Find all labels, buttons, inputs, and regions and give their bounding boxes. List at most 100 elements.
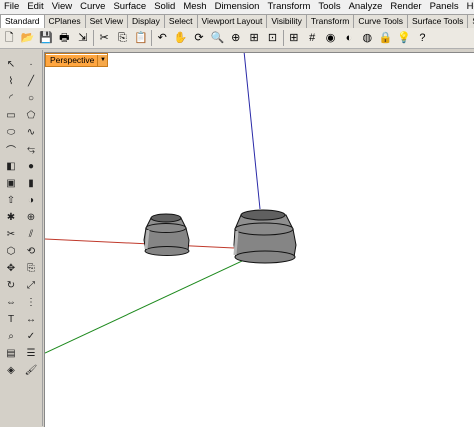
paste-icon[interactable]: 📋 — [133, 30, 149, 46]
box-icon[interactable]: ▣ — [1, 175, 21, 192]
toolbar-separator — [282, 30, 284, 46]
menu-transform[interactable]: Transform — [263, 0, 314, 14]
tab-standard[interactable]: Standard — [0, 14, 45, 28]
offset-icon[interactable]: ⥃ — [21, 141, 41, 158]
tab-cplanes[interactable]: CPlanes — [43, 14, 86, 28]
rotate-view-icon[interactable]: ⟳ — [191, 30, 207, 46]
menu-tools[interactable]: Tools — [314, 0, 344, 14]
save-icon[interactable]: 💾 — [38, 30, 54, 46]
polyline-icon[interactable]: ⌇ — [1, 73, 21, 90]
help-icon[interactable]: ? — [414, 30, 430, 46]
scale-icon[interactable]: ⤢ — [21, 277, 41, 294]
boolean-icon[interactable]: ◑ — [21, 192, 41, 209]
toolbar-tab-bar: Standard CPlanes Set View Display Select View… — [0, 14, 474, 29]
menu-mesh[interactable]: Mesh — [179, 0, 210, 14]
array-icon[interactable]: ⋮ — [21, 294, 41, 311]
open-folder-icon[interactable]: 📂 — [20, 30, 36, 46]
z-axis-line — [243, 53, 261, 210]
line-icon[interactable]: ╱ — [21, 73, 41, 90]
cylinder-icon[interactable]: ▮ — [21, 175, 41, 192]
render-icon[interactable]: ◉ — [323, 30, 339, 46]
shade-icon[interactable]: ◐ — [341, 30, 357, 46]
menu-render[interactable]: Render — [386, 0, 425, 14]
tab-solid[interactable]: Solid — [467, 14, 474, 28]
tab-curve-tools[interactable]: Curve Tools — [353, 14, 409, 28]
tab-set-view[interactable]: Set View — [84, 14, 129, 28]
large-cylinder-object[interactable] — [233, 209, 297, 264]
bulb-icon[interactable]: 💡 — [396, 30, 412, 46]
left-tool-palette: ↖ · ⌇ ╱ ◜ ○ ▭ ⬠ ⬭ ∿ ⌒ ⥃ ◧ ● ▣ ▮ ⇧ ◑ ✱ ⊕ ✂ ⫽ ⬡ ⟲ ✥ ⎘ ↻ ⤢ ⇔ ⋮ T ↔ ⌕ ✓ ▤ ☰ ◈ 🖌 — [0, 50, 43, 426]
rotate-icon[interactable]: ↻ — [1, 277, 21, 294]
mesh-icon[interactable]: ⬡ — [1, 243, 21, 260]
trim-icon[interactable]: ✂ — [1, 226, 21, 243]
small-cylinder-object[interactable] — [143, 213, 190, 256]
zoom-extents-icon[interactable]: ⊞ — [246, 30, 262, 46]
tab-surface-tools[interactable]: Surface Tools — [407, 14, 469, 28]
y-axis-line — [45, 254, 256, 354]
viewport-title[interactable]: Perspective — [46, 54, 98, 66]
extrude-icon[interactable]: ⇧ — [1, 192, 21, 209]
viewport-scene[interactable] — [45, 53, 474, 427]
explode-icon[interactable]: ✱ — [1, 209, 21, 226]
arc-icon[interactable]: ◜ — [1, 90, 21, 107]
rebuild-icon[interactable]: ⟲ — [21, 243, 41, 260]
viewport-tab[interactable]: Perspective ▼ — [45, 53, 109, 67]
menu-dimension[interactable]: Dimension — [211, 0, 264, 14]
polygon-icon[interactable]: ⬠ — [21, 107, 41, 124]
menu-view[interactable]: View — [48, 0, 76, 14]
check-icon[interactable]: ✓ — [21, 328, 41, 345]
menu-analyze[interactable]: Analyze — [345, 0, 387, 14]
move-icon[interactable]: ✥ — [1, 260, 21, 277]
sphere-icon[interactable]: ● — [21, 158, 41, 175]
menu-solid[interactable]: Solid — [150, 0, 179, 14]
tab-viewport-layout[interactable]: Viewport Layout — [196, 14, 268, 28]
viewport-menu-arrow-icon[interactable]: ▼ — [97, 54, 108, 66]
copy-object-icon[interactable]: ⎘ — [21, 260, 41, 277]
fillet-curve-icon[interactable]: ⌒ — [1, 141, 21, 158]
tab-visibility[interactable]: Visibility — [266, 14, 307, 28]
render-tool-icon[interactable]: ◈ — [1, 362, 21, 379]
analyze-icon[interactable]: ⌕ — [1, 328, 21, 345]
ellipse-icon[interactable]: ⬭ — [1, 124, 21, 141]
new-file-icon[interactable]: 🗋 — [1, 30, 17, 46]
material-icon[interactable]: ◍ — [359, 30, 375, 46]
circle-icon[interactable]: ○ — [21, 90, 41, 107]
dimension-icon[interactable]: ↔ — [21, 311, 41, 328]
perspective-viewport[interactable]: Perspective ▼ — [44, 52, 474, 427]
zoom-window-icon[interactable]: ⊕ — [228, 30, 244, 46]
standard-toolbar: 🗋 📂 💾 🖶 ⇲ ✂ ⎘ 📋 ↶ ✋ ⟳ 🔍 ⊕ ⊞ ⊡ ⊞ # ◉ ◐ ◍ 🔒 💡? — [0, 28, 474, 49]
cut-icon[interactable]: ✂ — [96, 30, 112, 46]
split-icon[interactable]: ⫽ — [21, 226, 41, 243]
menu-help[interactable]: Help — [463, 0, 474, 14]
tab-transform[interactable]: Transform — [305, 14, 355, 28]
menu-file[interactable]: File — [0, 0, 23, 14]
properties-icon[interactable]: ☰ — [21, 345, 41, 362]
zoom-icon[interactable]: 🔍 — [209, 30, 225, 46]
menu-surface[interactable]: Surface — [109, 0, 150, 14]
layer-icon[interactable]: ▤ — [1, 345, 21, 362]
copy-icon[interactable]: ⎘ — [114, 30, 130, 46]
mirror-icon[interactable]: ⇔ — [1, 294, 21, 311]
tab-select[interactable]: Select — [163, 14, 198, 28]
import-icon[interactable]: ⇲ — [75, 30, 91, 46]
undo-icon[interactable]: ↶ — [154, 30, 170, 46]
lock-icon[interactable]: 🔒 — [378, 30, 394, 46]
tab-display[interactable]: Display — [127, 14, 165, 28]
four-viewports-icon[interactable]: ⊞ — [286, 30, 302, 46]
menu-panels[interactable]: Panels — [426, 0, 463, 14]
menu-curve[interactable]: Curve — [76, 0, 109, 14]
select-arrow-icon[interactable]: ↖ — [1, 56, 21, 73]
text-icon[interactable]: T — [1, 311, 21, 328]
rectangle-icon[interactable]: ▭ — [1, 107, 21, 124]
paint-icon[interactable]: 🖌 — [21, 362, 41, 379]
curve-icon[interactable]: ∿ — [21, 124, 41, 141]
grid-icon[interactable]: # — [304, 30, 320, 46]
zoom-selected-icon[interactable]: ⊡ — [264, 30, 280, 46]
menu-edit[interactable]: Edit — [23, 0, 47, 14]
print-icon[interactable]: 🖶 — [56, 30, 72, 46]
join-icon[interactable]: ⊕ — [21, 209, 41, 226]
surface-icon[interactable]: ◧ — [1, 158, 21, 175]
pan-hand-icon[interactable]: ✋ — [173, 30, 189, 46]
menu-bar: File Edit View Curve Surface Solid Mesh Dimensi… — [0, 0, 474, 14]
point-icon[interactable]: · — [21, 56, 41, 73]
